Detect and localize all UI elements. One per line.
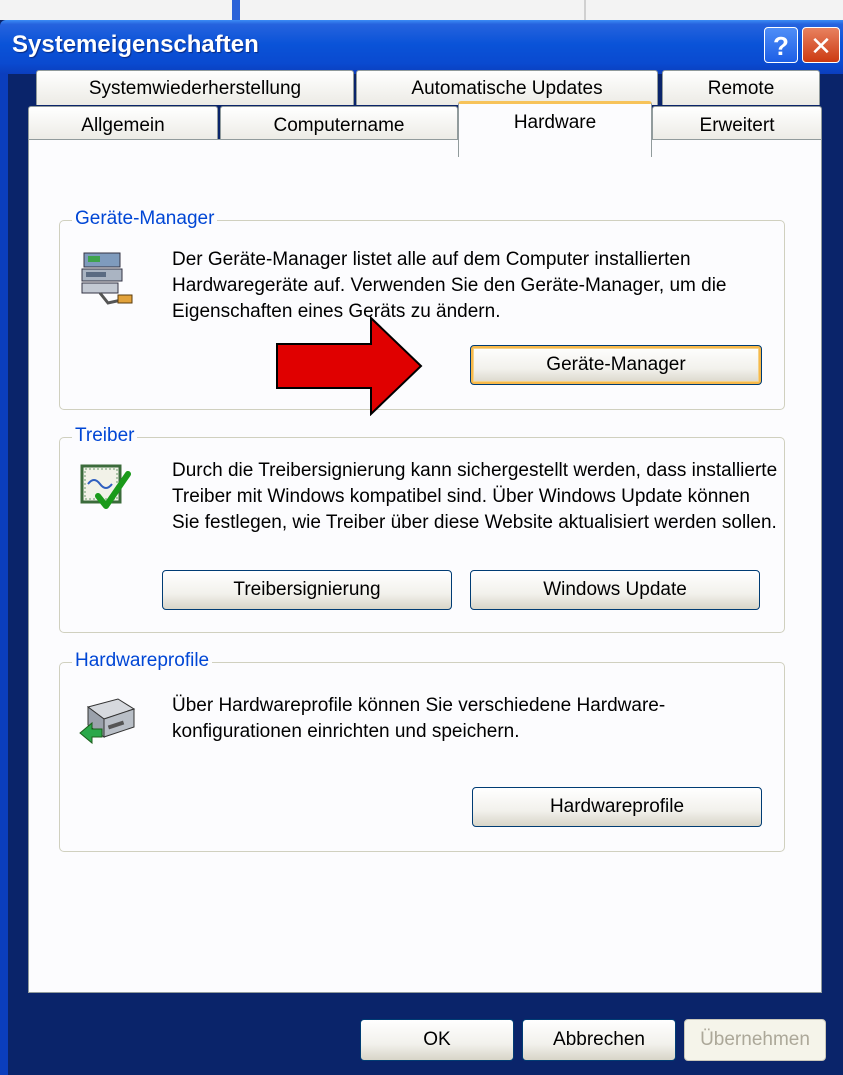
background-window-edge — [232, 0, 240, 22]
tab-allgemein[interactable]: Allgemein — [28, 106, 218, 140]
background-divider — [584, 0, 586, 22]
driver-signing-button[interactable]: Treibersignierung — [162, 570, 452, 610]
tab-systemwiederherstellung[interactable]: Systemwiederherstellung — [36, 70, 354, 105]
hardware-tab-panel: Geräte-Manager Der Geräte-Manager listet… — [28, 139, 822, 993]
hardware-profile-icon — [79, 698, 136, 745]
windows-update-button[interactable]: Windows Update — [470, 570, 760, 610]
hardware-profiles-group-label: Hardwareprofile — [72, 650, 213, 672]
close-button[interactable]: ✕ — [802, 27, 840, 63]
device-manager-group-label: Geräte-Manager — [72, 208, 218, 230]
hardware-profiles-description: Über Hardwareprofile können Sie verschie… — [172, 695, 666, 742]
cancel-button[interactable]: Abbrechen — [522, 1019, 676, 1061]
drivers-group: Treiber Durch die Treibersignierung kann… — [59, 425, 785, 633]
device-manager-button[interactable]: Geräte-Manager — [470, 345, 762, 385]
title-bar[interactable]: Systemeigenschaften ? ✕ — [0, 20, 843, 74]
help-button[interactable]: ? — [764, 27, 798, 63]
tab-automatische-updates[interactable]: Automatische Updates — [356, 70, 658, 105]
ok-button[interactable]: OK — [360, 1019, 514, 1061]
tab-label: Remote — [707, 78, 775, 99]
drivers-group-label: Treiber — [72, 425, 138, 447]
hardware-profiles-group: Hardwareprofile Über Hardwareprofile kön… — [59, 650, 785, 852]
close-icon: ✕ — [810, 31, 832, 61]
tab-remote[interactable]: Remote — [662, 70, 820, 105]
device-manager-icon — [81, 252, 133, 305]
window-left-border — [0, 74, 8, 1075]
tab-hardware[interactable]: Hardware — [458, 101, 652, 157]
tab-computername[interactable]: Computername — [220, 106, 458, 140]
tab-erweitert[interactable]: Erweitert — [652, 106, 822, 140]
drivers-description: Durch die Treibersignierung kann sicherg… — [172, 460, 778, 533]
red-arrow-annotation — [276, 316, 423, 416]
tab-label: Hardware — [513, 112, 597, 133]
tab-label: Systemwiederherstellung — [88, 78, 302, 99]
device-manager-description: Der Geräte-Manager listet alle auf dem C… — [172, 249, 727, 322]
background-strip — [0, 0, 843, 22]
window-title: Systemeigenschaften — [12, 31, 259, 58]
apply-button[interactable]: Übernehmen — [684, 1019, 826, 1061]
driver-signing-icon — [80, 464, 131, 509]
hardware-profiles-button[interactable]: Hardwareprofile — [472, 787, 762, 827]
